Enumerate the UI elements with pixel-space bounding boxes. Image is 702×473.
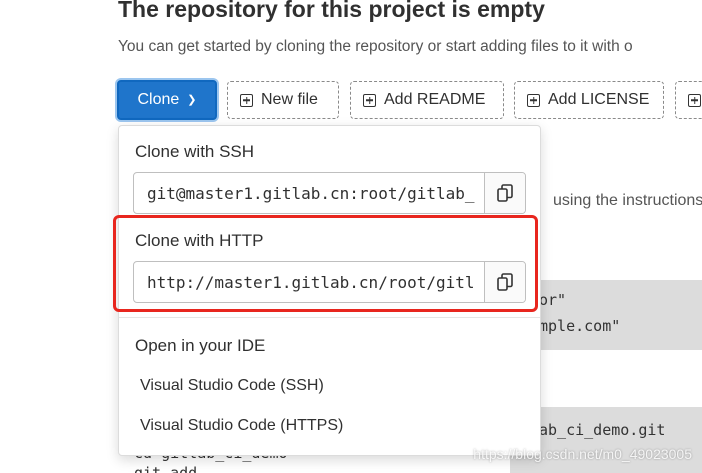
copy-icon — [497, 184, 513, 202]
clone-button-label: Clone — [137, 91, 180, 108]
plus-square-icon — [363, 93, 376, 107]
ide-option-vscode-ssh[interactable]: Visual Studio Code (SSH) — [140, 377, 324, 395]
highlight-box — [113, 215, 538, 312]
copy-ssh-button[interactable] — [484, 173, 525, 213]
dropdown-divider — [119, 317, 540, 318]
add-license-label: Add LICENSE — [548, 91, 650, 108]
ide-heading: Open in your IDE — [135, 336, 266, 355]
more-add-button[interactable] — [675, 81, 702, 119]
instructions-text: using the instructions — [553, 192, 702, 209]
plus-square-icon — [240, 93, 253, 107]
new-file-button[interactable]: New file — [227, 81, 339, 119]
chevron-down-icon: ❯ — [187, 93, 197, 106]
add-readme-button[interactable]: Add README — [350, 81, 504, 119]
page-subtitle: You can get started by cloning the repos… — [118, 38, 633, 55]
code-line: mple.com" — [539, 317, 621, 335]
add-license-button[interactable]: Add LICENSE — [514, 81, 664, 119]
plus-square-icon — [688, 93, 701, 107]
ssh-url-field[interactable]: git@master1.gitlab.cn:root/gitlab_ci_dem… — [133, 172, 526, 214]
plus-square-icon — [527, 93, 540, 107]
watermark: https://blog.csdn.net/m0_49023005 — [473, 446, 692, 462]
ide-option-vscode-https[interactable]: Visual Studio Code (HTTPS) — [140, 417, 343, 435]
ssh-heading: Clone with SSH — [135, 142, 255, 161]
code-line: git add — [134, 464, 198, 473]
ssh-url-value: git@master1.gitlab.cn:root/gitlab_ci_dem… — [147, 184, 475, 203]
page-title: The repository for this project is empty — [118, 0, 545, 22]
add-readme-label: Add README — [384, 91, 486, 108]
code-line: ab_ci_demo.git — [539, 421, 666, 439]
code-line: or" — [539, 291, 567, 309]
new-file-label: New file — [261, 91, 318, 108]
clone-button[interactable]: Clone ❯ — [117, 80, 217, 120]
